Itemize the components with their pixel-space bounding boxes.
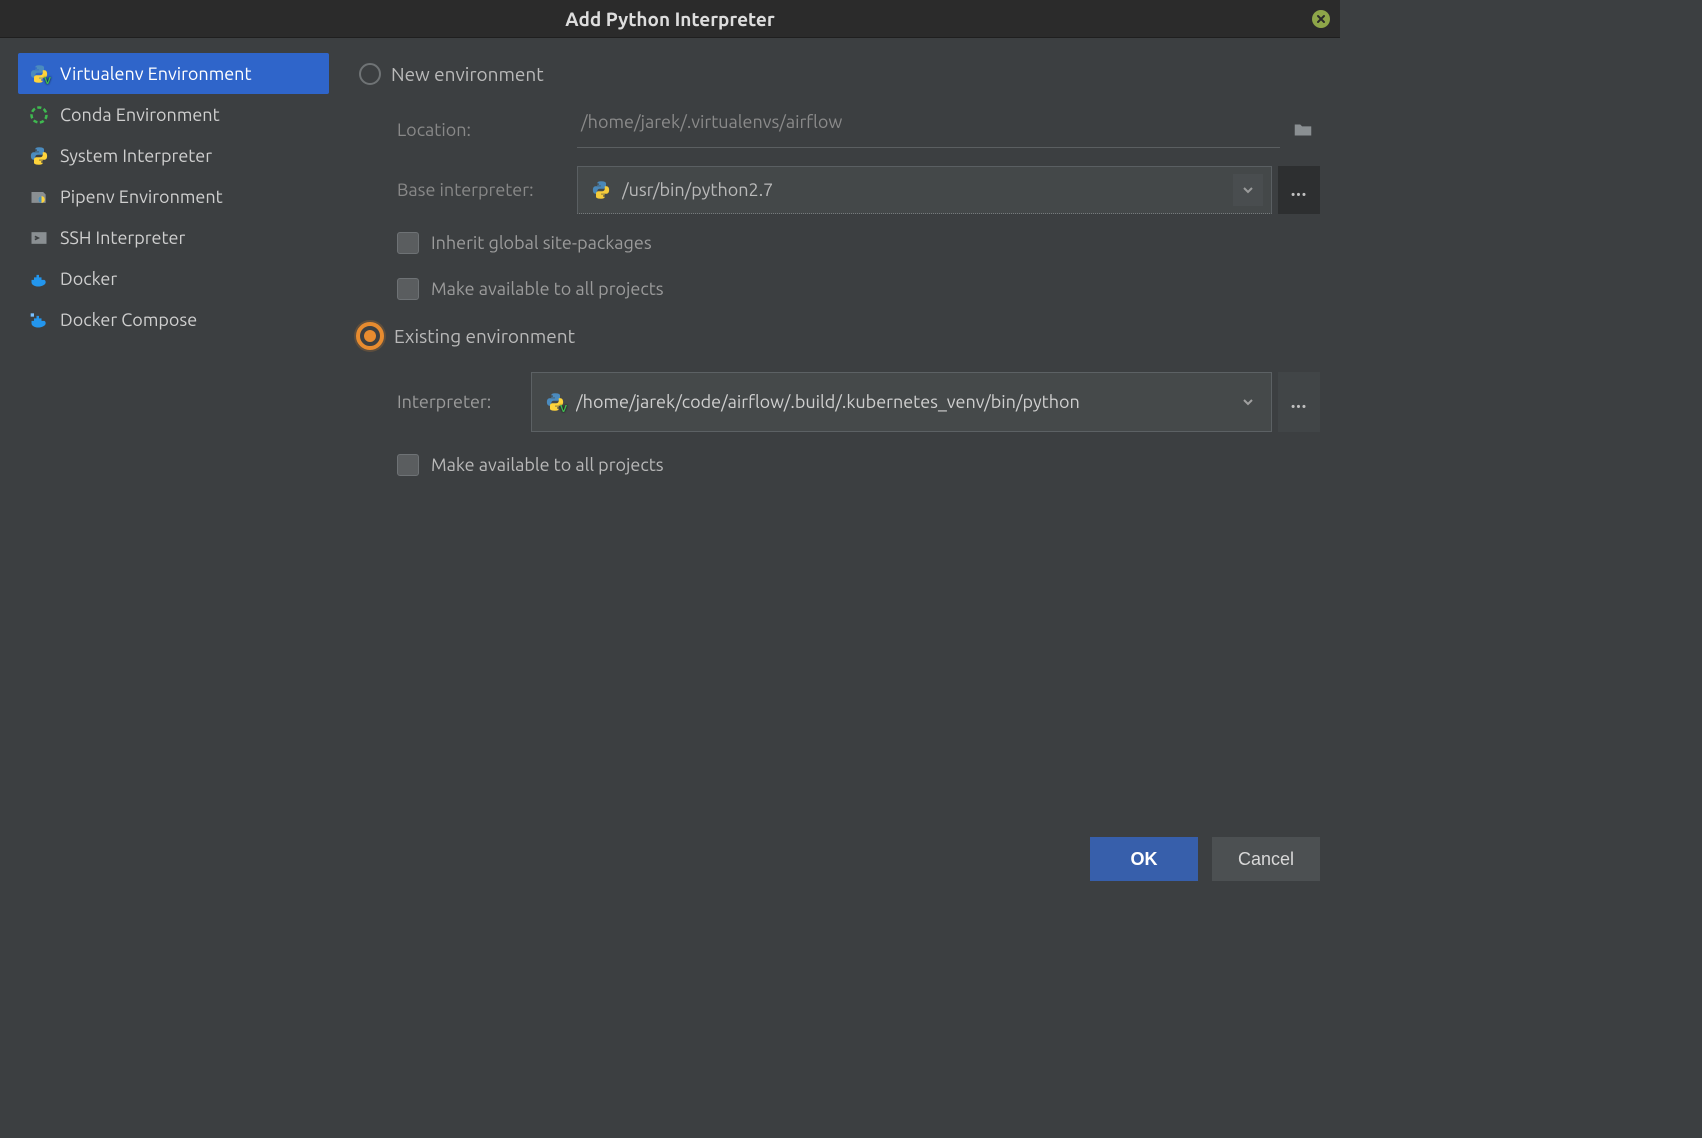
location-row: Location: /home/jarek/.virtualenvs/airfl… [397, 100, 1320, 160]
sidebar-item-docker[interactable]: Docker [18, 258, 329, 299]
interpreter-row: Interpreter: V /home/jarek/code/airflow/… [397, 362, 1320, 442]
dialog-footer: OK Cancel [0, 823, 1340, 895]
sidebar-item-label: Docker Compose [60, 310, 197, 330]
base-interpreter-value: /usr/bin/python2.7 [622, 180, 1223, 200]
sidebar-item-label: Pipenv Environment [60, 187, 223, 207]
docker-icon [28, 268, 50, 290]
inherit-packages-checkbox[interactable] [397, 232, 419, 254]
make-available-new-checkbox[interactable] [397, 278, 419, 300]
radio-checked-icon [356, 322, 384, 350]
make-available-existing-row: Make available to all projects [397, 442, 1320, 488]
new-env-group: Location: /home/jarek/.virtualenvs/airfl… [359, 100, 1320, 312]
radio-new-environment[interactable]: New environment [359, 56, 1320, 92]
make-available-new-label: Make available to all projects [431, 279, 664, 299]
make-available-existing-label: Make available to all projects [431, 455, 664, 475]
location-label: Location: [397, 120, 577, 140]
ssh-icon [28, 227, 50, 249]
sidebar-item-label: Virtualenv Environment [60, 64, 252, 84]
docker-compose-icon [28, 309, 50, 331]
ok-button[interactable]: OK [1090, 837, 1198, 881]
sidebar-item-label: SSH Interpreter [60, 228, 185, 248]
sidebar-item-label: Conda Environment [60, 105, 220, 125]
python-icon [28, 145, 50, 167]
sidebar-item-pipenv[interactable]: Pipenv Environment [18, 176, 329, 217]
titlebar: Add Python Interpreter [0, 0, 1340, 38]
python-venv-icon: V [544, 391, 566, 413]
radio-existing-environment[interactable]: Existing environment [359, 318, 1320, 354]
location-input[interactable]: /home/jarek/.virtualenvs/airflow [577, 112, 1280, 148]
sidebar-item-ssh[interactable]: SSH Interpreter [18, 217, 329, 258]
radio-unchecked-icon [359, 63, 381, 85]
browse-folder-icon[interactable] [1286, 113, 1320, 147]
sidebar-item-virtualenv[interactable]: V Virtualenv Environment [18, 53, 329, 94]
sidebar-item-conda[interactable]: Conda Environment [18, 94, 329, 135]
radio-label: Existing environment [394, 325, 575, 347]
sidebar-item-label: Docker [60, 269, 117, 289]
interpreter-browse-button[interactable]: ... [1278, 372, 1320, 432]
radio-label: New environment [391, 63, 544, 85]
chevron-down-icon[interactable] [1233, 174, 1263, 206]
inherit-packages-label: Inherit global site-packages [431, 233, 652, 253]
dialog-title: Add Python Interpreter [565, 8, 774, 30]
make-available-new-row: Make available to all projects [397, 266, 1320, 312]
base-interpreter-row: Base interpreter: /usr/bin/python2.7 [397, 160, 1320, 220]
content-pane: New environment Location: /home/jarek/.v… [347, 48, 1340, 823]
dialog-body: V Virtualenv Environment Conda Environme… [0, 38, 1340, 823]
interpreter-label: Interpreter: [397, 392, 531, 412]
cancel-button[interactable]: Cancel [1212, 837, 1320, 881]
interpreter-combo[interactable]: V /home/jarek/code/airflow/.build/.kuber… [531, 372, 1272, 432]
existing-env-group: Interpreter: V /home/jarek/code/airflow/… [359, 362, 1320, 488]
conda-icon [28, 104, 50, 126]
base-interpreter-combo[interactable]: /usr/bin/python2.7 [577, 166, 1272, 214]
base-interpreter-label: Base interpreter: [397, 180, 577, 200]
base-interpreter-browse-button[interactable]: ... [1278, 166, 1320, 214]
sidebar-item-system[interactable]: System Interpreter [18, 135, 329, 176]
python-icon [590, 179, 612, 201]
python-venv-icon: V [28, 63, 50, 85]
sidebar: V Virtualenv Environment Conda Environme… [0, 48, 347, 823]
pipenv-icon [28, 186, 50, 208]
interpreter-value: /home/jarek/code/airflow/.build/.kuberne… [576, 392, 1223, 412]
sidebar-item-label: System Interpreter [60, 146, 212, 166]
inherit-packages-row: Inherit global site-packages [397, 220, 1320, 266]
make-available-existing-checkbox[interactable] [397, 454, 419, 476]
dialog-window: Add Python Interpreter V Virtualenv Envi… [0, 0, 1340, 895]
sidebar-item-docker-compose[interactable]: Docker Compose [18, 299, 329, 340]
close-icon[interactable] [1312, 10, 1330, 28]
chevron-down-icon[interactable] [1233, 386, 1263, 418]
